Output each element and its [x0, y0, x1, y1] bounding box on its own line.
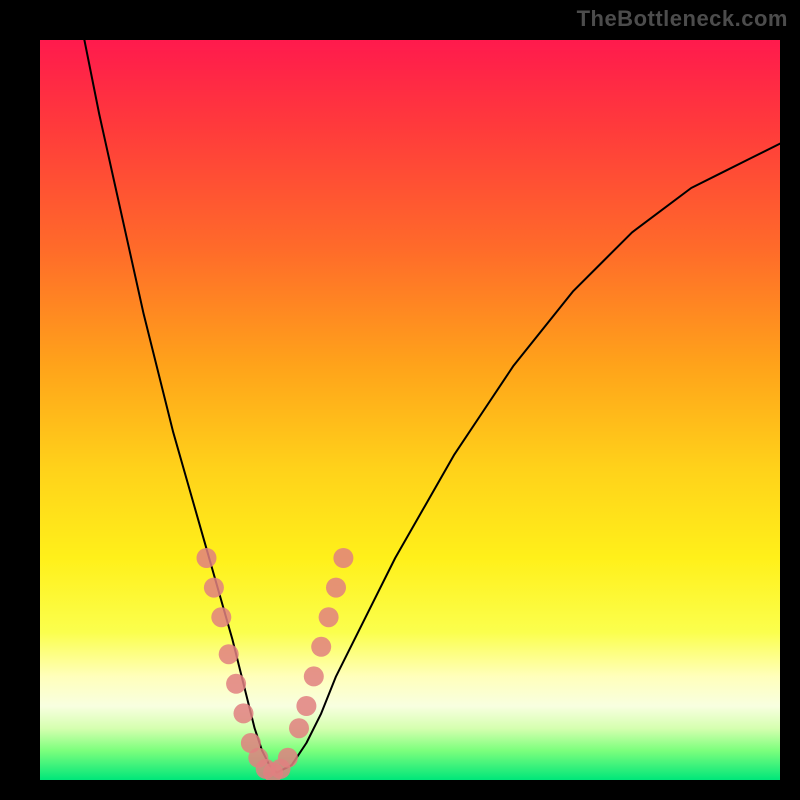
- highlight-bead: [304, 666, 324, 686]
- highlight-bead: [289, 718, 309, 738]
- highlight-bead: [226, 674, 246, 694]
- highlight-bead: [234, 703, 254, 723]
- highlight-bead: [326, 578, 346, 598]
- chart-frame: TheBottleneck.com: [0, 0, 800, 800]
- highlight-bead: [296, 696, 316, 716]
- highlight-bead: [219, 644, 239, 664]
- highlight-bead: [204, 578, 224, 598]
- bottleneck-curve: [84, 40, 780, 773]
- plot-area: [40, 40, 780, 780]
- highlight-bead: [333, 548, 353, 568]
- chart-svg: [40, 40, 780, 780]
- highlight-bead: [278, 748, 298, 768]
- highlight-bead: [211, 607, 231, 627]
- highlight-bead: [311, 637, 331, 657]
- watermark-text: TheBottleneck.com: [577, 6, 788, 32]
- highlight-bead: [319, 607, 339, 627]
- highlight-bead: [197, 548, 217, 568]
